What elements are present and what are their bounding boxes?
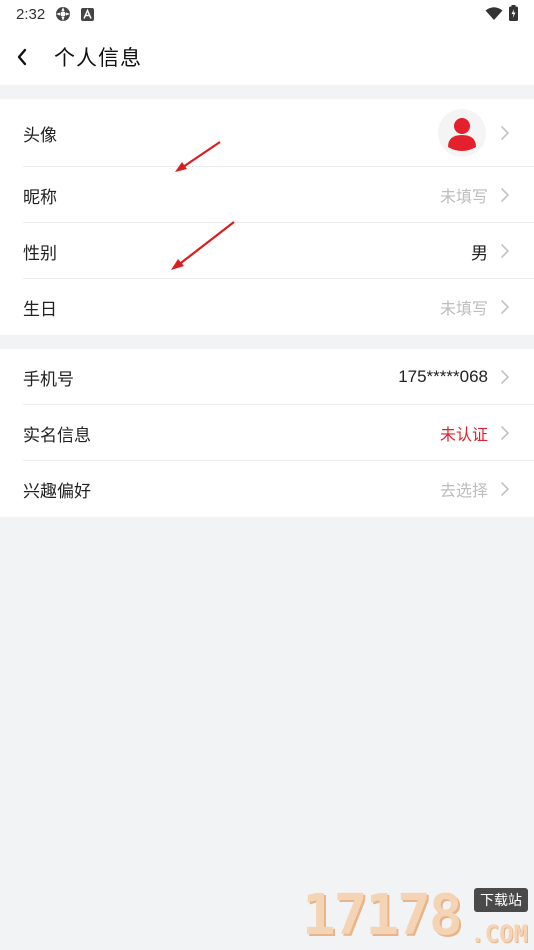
a-notification-icon xyxy=(81,7,95,21)
interest-value: 去选择 xyxy=(439,481,488,500)
battery-icon xyxy=(509,5,518,25)
realname-status: 未认证 xyxy=(439,425,488,444)
phone-label: 手机号 xyxy=(23,369,74,390)
chevron-right-icon xyxy=(501,370,509,384)
birthday-label: 生日 xyxy=(23,299,57,320)
nickname-row[interactable]: 昵称 未填写 xyxy=(0,167,534,223)
account-info-group: 手机号 175*****068 实名信息 未认证 兴趣偏好 去选择 xyxy=(0,349,534,517)
page-header: 个人信息 xyxy=(0,28,534,85)
realname-label: 实名信息 xyxy=(23,425,91,446)
watermark-digits: 17178 xyxy=(302,883,463,948)
chevron-right-icon xyxy=(501,126,509,140)
interest-label: 兴趣偏好 xyxy=(23,481,91,502)
user-avatar-icon xyxy=(448,118,476,151)
phone-value: 175*****068 xyxy=(398,367,488,386)
nickname-label: 昵称 xyxy=(23,187,57,208)
nickname-value: 未填写 xyxy=(439,187,488,206)
avatar-label: 头像 xyxy=(23,125,57,146)
chevron-right-icon xyxy=(501,482,509,496)
birthday-value: 未填写 xyxy=(439,299,488,318)
gender-label: 性别 xyxy=(23,243,57,264)
status-time: 2:32 xyxy=(16,5,46,23)
settings-status-icon xyxy=(55,6,71,22)
watermark-tag: 下载站 xyxy=(474,888,528,912)
wifi-icon xyxy=(485,6,503,25)
chevron-right-icon xyxy=(501,188,509,202)
basic-info-group: 头像 昵称 未填写 性别 男 生日 未填写 xyxy=(0,99,534,335)
chevron-left-icon xyxy=(17,48,27,65)
avatar[interactable] xyxy=(438,109,486,157)
chevron-right-icon xyxy=(501,300,509,314)
birthday-row[interactable]: 生日 未填写 xyxy=(0,279,534,335)
watermark-suffix: .COM xyxy=(470,920,528,948)
chevron-right-icon xyxy=(501,426,509,440)
gender-row[interactable]: 性别 男 xyxy=(0,223,534,279)
realname-row[interactable]: 实名信息 未认证 xyxy=(0,405,534,461)
back-button[interactable] xyxy=(16,37,46,77)
chevron-right-icon xyxy=(501,244,509,258)
avatar-row[interactable]: 头像 xyxy=(0,99,534,167)
gender-value: 男 xyxy=(471,243,488,263)
page-title: 个人信息 xyxy=(54,45,142,70)
status-right-icons xyxy=(485,5,518,25)
phone-row[interactable]: 手机号 175*****068 xyxy=(0,349,534,405)
status-bar: 2:32 xyxy=(0,0,534,28)
site-watermark: 17178 下载站 .COM xyxy=(302,883,530,950)
interest-row[interactable]: 兴趣偏好 去选择 xyxy=(0,461,534,517)
